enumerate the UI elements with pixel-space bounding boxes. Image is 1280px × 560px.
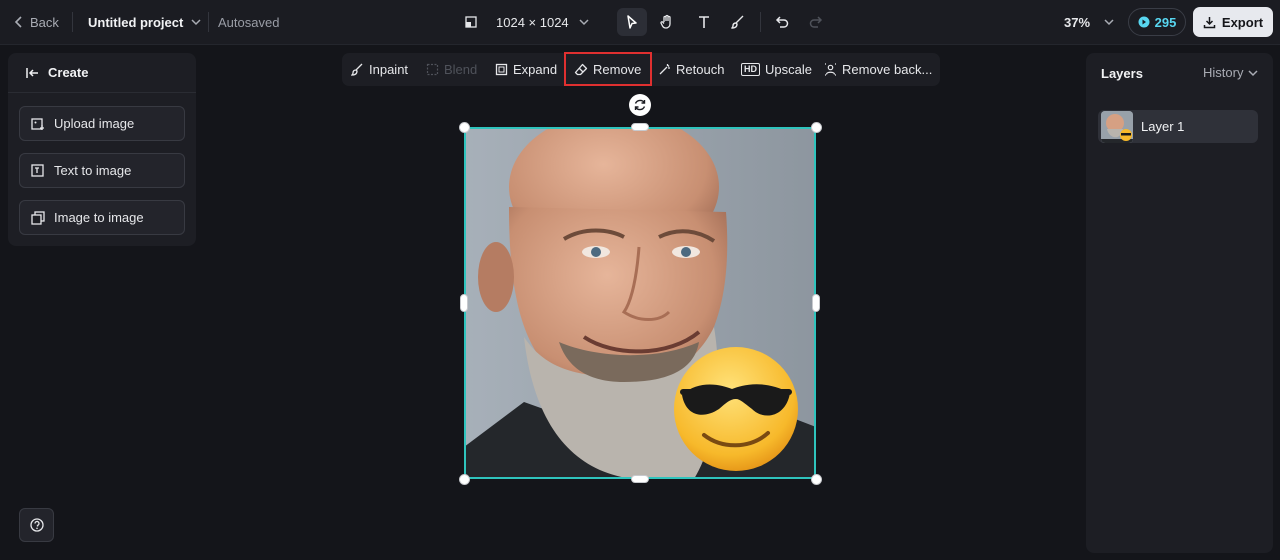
chevron-down-icon — [1248, 69, 1258, 76]
back-button[interactable]: Back — [14, 0, 59, 44]
upscale-label: Upscale — [765, 62, 812, 77]
remove-highlight-box — [564, 52, 652, 86]
hand-icon — [660, 14, 671, 29]
layers-panel: Layers History Layer 1 — [1086, 53, 1273, 553]
inpaint-label: Inpaint — [369, 62, 409, 77]
remove-background-label: Remove back... — [842, 62, 933, 77]
retouch-label: Retouch — [676, 62, 725, 77]
canvas-size: 1024 × 1024 — [496, 14, 569, 30]
image-to-image-button[interactable]: Image to image — [19, 200, 185, 235]
text-icon — [699, 16, 709, 28]
download-icon — [1203, 16, 1216, 28]
credits-icon — [1138, 16, 1150, 28]
text-tool[interactable] — [689, 8, 719, 36]
upload-image-button[interactable]: Upload image — [19, 106, 185, 141]
help-button[interactable] — [19, 508, 54, 542]
undo-icon — [775, 16, 789, 28]
select-icon — [627, 15, 637, 29]
text-to-image-icon — [31, 163, 44, 177]
redo-icon — [809, 16, 823, 28]
blend-icon — [426, 63, 439, 76]
resize-handle-left[interactable] — [460, 294, 468, 312]
resize-handle-bottom-right[interactable] — [811, 474, 822, 485]
select-tool[interactable] — [617, 8, 647, 36]
resize-handle-top[interactable] — [631, 123, 649, 131]
rotate-handle[interactable] — [629, 94, 651, 116]
chevron-down-icon — [1104, 19, 1114, 26]
blend-button[interactable]: Blend — [426, 53, 477, 86]
history-dropdown[interactable]: History — [1203, 65, 1258, 80]
rotate-icon — [634, 99, 646, 111]
remove-background-icon — [825, 63, 836, 76]
top-bar: Back Untitled project Autosaved 1024 × 1… — [0, 0, 1280, 45]
arrow-left-icon — [26, 67, 38, 78]
layer-item[interactable]: Layer 1 — [1098, 110, 1258, 143]
text-to-image-button[interactable]: Text to image — [19, 153, 185, 188]
resize-handle-right[interactable] — [812, 294, 820, 312]
chevron-down-icon — [191, 19, 201, 26]
chevron-down-icon — [579, 19, 589, 26]
zoom-level: 37% — [1064, 14, 1091, 30]
text-to-image-label: Text to image — [54, 163, 132, 178]
create-title: Create — [48, 65, 89, 80]
create-panel: Create Upload image Text to image Image … — [8, 53, 196, 246]
zoom-dropdown[interactable]: 37% — [1064, 0, 1114, 44]
brush-tool[interactable] — [723, 8, 753, 36]
resize-handle-bottom-left[interactable] — [459, 474, 470, 485]
upscale-button[interactable]: HD Upscale — [741, 53, 812, 86]
resize-handle-top-right[interactable] — [811, 122, 822, 133]
hd-badge: HD — [741, 63, 760, 76]
create-panel-header[interactable]: Create — [8, 53, 196, 93]
inpaint-icon — [351, 63, 363, 76]
upload-image-icon — [31, 117, 44, 130]
inpaint-button[interactable]: Inpaint — [351, 53, 408, 86]
expand-icon — [495, 63, 508, 76]
expand-button[interactable]: Expand — [495, 53, 557, 86]
project-name-dropdown[interactable]: Untitled project — [88, 0, 201, 44]
magic-wand-icon — [659, 64, 670, 75]
export-button[interactable]: Export — [1193, 7, 1273, 37]
layer-name: Layer 1 — [1141, 119, 1185, 134]
undo-button[interactable] — [767, 8, 797, 36]
resize-handle-top-left[interactable] — [459, 122, 470, 133]
resize-handle-bottom[interactable] — [631, 475, 649, 483]
retouch-button[interactable]: Retouch — [658, 53, 724, 86]
upload-image-label: Upload image — [54, 116, 135, 131]
credits-count: 295 — [1154, 14, 1177, 30]
expand-label: Expand — [513, 62, 558, 77]
chevron-left-icon — [14, 16, 22, 28]
divider — [72, 12, 73, 32]
brush-icon — [731, 15, 744, 29]
layers-tab[interactable]: Layers — [1101, 66, 1143, 81]
save-status: Autosaved — [218, 14, 280, 30]
remove-background-button[interactable]: Remove back... — [824, 53, 932, 86]
project-name: Untitled project — [88, 14, 184, 30]
credits-badge[interactable]: 295 — [1128, 8, 1186, 36]
back-label: Back — [30, 14, 59, 30]
history-label: History — [1203, 65, 1244, 80]
export-label: Export — [1221, 14, 1264, 30]
image-to-image-icon — [31, 210, 45, 225]
help-icon — [29, 518, 44, 532]
blend-label: Blend — [444, 62, 478, 77]
canvas-size-dropdown[interactable]: 1024 × 1024 — [464, 0, 589, 44]
selection-frame[interactable] — [464, 127, 816, 479]
redo-button[interactable] — [801, 8, 831, 36]
layer-thumbnail — [1101, 110, 1133, 143]
image-to-image-label: Image to image — [54, 210, 144, 225]
divider — [760, 12, 761, 32]
hand-tool[interactable] — [652, 8, 682, 36]
resize-icon — [465, 16, 477, 28]
divider — [208, 12, 209, 32]
